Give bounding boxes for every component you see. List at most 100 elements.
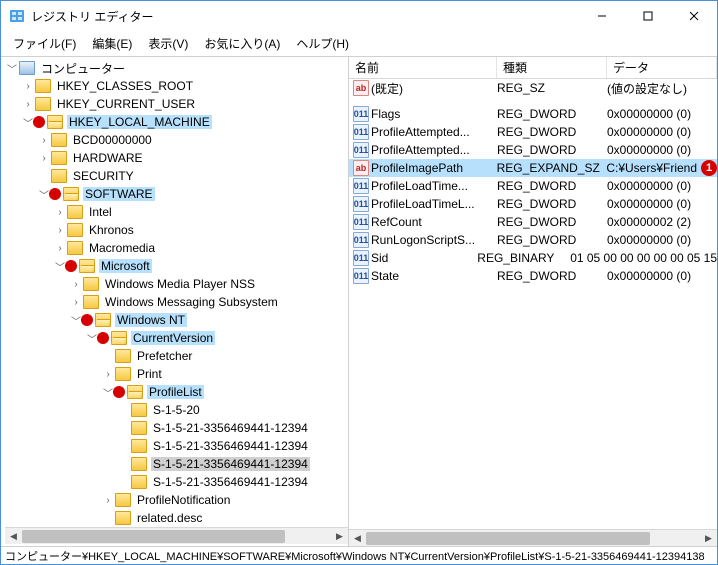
value-type: REG_DWORD: [497, 233, 607, 247]
maximize-button[interactable]: [625, 1, 671, 31]
list-row[interactable]: 011ProfileAttempted...REG_DWORD0x0000000…: [349, 123, 717, 141]
marker-icon: [65, 260, 77, 272]
tree-row-curver[interactable]: ﹀CurrentVersion: [5, 329, 349, 347]
list-body: ab(既定)REG_SZ(値の設定なし) 011FlagsREG_DWORD0x0…: [349, 79, 717, 529]
tree-label: Windows NT: [115, 313, 187, 327]
tree-hscrollbar[interactable]: ◀ ▶: [5, 527, 348, 544]
binary-value-icon: 011: [353, 268, 369, 284]
value-data: (値の設定なし): [607, 80, 717, 97]
menu-view[interactable]: 表示(V): [142, 33, 194, 54]
expand-icon[interactable]: ›: [53, 207, 67, 218]
list-row[interactable]: 011RunLogonScriptS...REG_DWORD0x00000000…: [349, 231, 717, 249]
list-row[interactable]: 011ProfileLoadTimeL...REG_DWORD0x0000000…: [349, 195, 717, 213]
value-data: 0x00000000 (0): [607, 197, 717, 211]
tree-row-computer[interactable]: ﹀ コンピューター: [5, 59, 349, 77]
expand-icon[interactable]: ›: [69, 279, 83, 290]
tree-row-sid[interactable]: S-1-5-21-3356469441-12394: [5, 437, 349, 455]
value-data: C:¥Users¥Friend: [606, 161, 697, 175]
values-pane[interactable]: 名前 種類 データ ab(既定)REG_SZ(値の設定なし) 011FlagsRE…: [349, 57, 717, 546]
tree-row-prefetcher[interactable]: Prefetcher: [5, 347, 349, 365]
binary-value-icon: 011: [353, 232, 369, 248]
tree-pane[interactable]: ﹀ コンピューター › HKEY_CLASSES_ROOT › HKEY_CUR…: [1, 57, 349, 546]
window-title: レジストリ エディター: [31, 8, 154, 25]
expand-icon[interactable]: ›: [101, 495, 115, 506]
expand-icon[interactable]: ›: [53, 243, 67, 254]
tree-row-bcd[interactable]: ›BCD00000000: [5, 131, 349, 149]
value-name: Sid: [371, 251, 477, 265]
value-data: 0x00000000 (0): [607, 269, 717, 283]
value-type: REG_DWORD: [497, 197, 607, 211]
tree-row-wmp[interactable]: › Windows Media Player NSS: [5, 275, 349, 293]
tree-row-profnotif[interactable]: ›ProfileNotification: [5, 491, 349, 509]
col-header-data[interactable]: データ: [607, 57, 717, 78]
scroll-left-icon[interactable]: ◀: [349, 530, 366, 547]
folder-icon: [115, 511, 131, 525]
tree-row-profilelist[interactable]: ﹀ProfileList: [5, 383, 349, 401]
expand-icon[interactable]: ›: [21, 99, 35, 110]
collapse-icon[interactable]: ﹀: [5, 61, 19, 76]
tree-label: Windows Media Player NSS: [103, 277, 257, 291]
tree-row-hklm[interactable]: ﹀ HKEY_LOCAL_MACHINE: [5, 113, 349, 131]
value-type: REG_DWORD: [497, 215, 607, 229]
list-row[interactable]: 011SidREG_BINARY01 05 00 00 00 00 00 05 …: [349, 249, 717, 267]
tree-row-sid[interactable]: S-1-5-21-3356469441-12394: [5, 419, 349, 437]
minimize-button[interactable]: [579, 1, 625, 31]
tree-row-khronos[interactable]: ›Khronos: [5, 221, 349, 239]
value-data: 01 05 00 00 00 00 00 05 15: [570, 251, 717, 265]
list-hscrollbar[interactable]: ◀ ▶: [349, 529, 717, 546]
menu-edit[interactable]: 編集(E): [86, 33, 138, 54]
expand-icon[interactable]: ›: [37, 153, 51, 164]
list-row[interactable]: 011ProfileLoadTime...REG_DWORD0x00000000…: [349, 177, 717, 195]
scroll-right-icon[interactable]: ▶: [700, 530, 717, 547]
folder-icon: [67, 241, 83, 255]
tree-row-sid[interactable]: S-1-5-21-3356469441-12394: [5, 473, 349, 491]
tree-row-hkcr[interactable]: › HKEY_CLASSES_ROOT: [5, 77, 349, 95]
list-row[interactable]: 011StateREG_DWORD0x00000000 (0): [349, 267, 717, 285]
tree-row-sid[interactable]: S-1-5-20: [5, 401, 349, 419]
tree-row-related[interactable]: related.desc: [5, 509, 349, 527]
tree-label: S-1-5-21-3356469441-12394: [151, 475, 310, 489]
folder-icon: [51, 169, 67, 183]
scroll-left-icon[interactable]: ◀: [5, 528, 22, 545]
value-type: REG_BINARY: [477, 251, 570, 265]
list-row[interactable]: 011RefCountREG_DWORD0x00000002 (2): [349, 213, 717, 231]
menu-file[interactable]: ファイル(F): [7, 33, 82, 54]
tree-label: ProfileList: [147, 385, 204, 399]
tree-row-sid-selected[interactable]: S-1-5-21-3356469441-12394: [5, 455, 349, 473]
list-row[interactable]: 011FlagsREG_DWORD0x00000000 (0): [349, 105, 717, 123]
expand-icon[interactable]: ›: [53, 225, 67, 236]
tree-label: HARDWARE: [71, 151, 145, 165]
folder-icon: [67, 205, 83, 219]
col-header-name[interactable]: 名前: [349, 57, 497, 78]
tree-row-wms[interactable]: ›Windows Messaging Subsystem: [5, 293, 349, 311]
expand-icon[interactable]: ›: [21, 81, 35, 92]
expand-icon[interactable]: ›: [101, 369, 115, 380]
menu-help[interactable]: ヘルプ(H): [290, 33, 355, 54]
binary-value-icon: 011: [353, 124, 369, 140]
tree-row-software[interactable]: ﹀SOFTWARE: [5, 185, 349, 203]
list-row[interactable]: abProfileImagePathREG_EXPAND_SZC:¥Users¥…: [349, 159, 717, 177]
value-name: State: [371, 269, 497, 283]
list-row[interactable]: 011ProfileAttempted...REG_DWORD0x0000000…: [349, 141, 717, 159]
value-type: REG_DWORD: [497, 125, 607, 139]
col-header-type[interactable]: 種類: [497, 57, 607, 78]
tree-row-microsoft[interactable]: ﹀Microsoft: [5, 257, 349, 275]
annotation-badge: 1: [701, 160, 717, 176]
list-row[interactable]: ab(既定)REG_SZ(値の設定なし): [349, 79, 717, 97]
tree-row-macromedia[interactable]: ›Macromedia: [5, 239, 349, 257]
tree-row-hkcu[interactable]: › HKEY_CURRENT_USER: [5, 95, 349, 113]
value-name: ProfileLoadTime...: [371, 179, 497, 193]
tree-row-intel[interactable]: ›Intel: [5, 203, 349, 221]
scroll-right-icon[interactable]: ▶: [331, 528, 348, 545]
tree-row-winnt[interactable]: ﹀Windows NT: [5, 311, 349, 329]
close-button[interactable]: [671, 1, 717, 31]
expand-icon[interactable]: ›: [37, 135, 51, 146]
expand-icon[interactable]: ›: [69, 297, 83, 308]
tree-row-security[interactable]: SECURITY: [5, 167, 349, 185]
folder-icon: [131, 403, 147, 417]
maximize-icon: [643, 11, 653, 21]
menu-favorites[interactable]: お気に入り(A): [198, 33, 286, 54]
folder-icon: [67, 223, 83, 237]
tree-row-print[interactable]: ›Print: [5, 365, 349, 383]
tree-row-hardware[interactable]: › HARDWARE: [5, 149, 349, 167]
